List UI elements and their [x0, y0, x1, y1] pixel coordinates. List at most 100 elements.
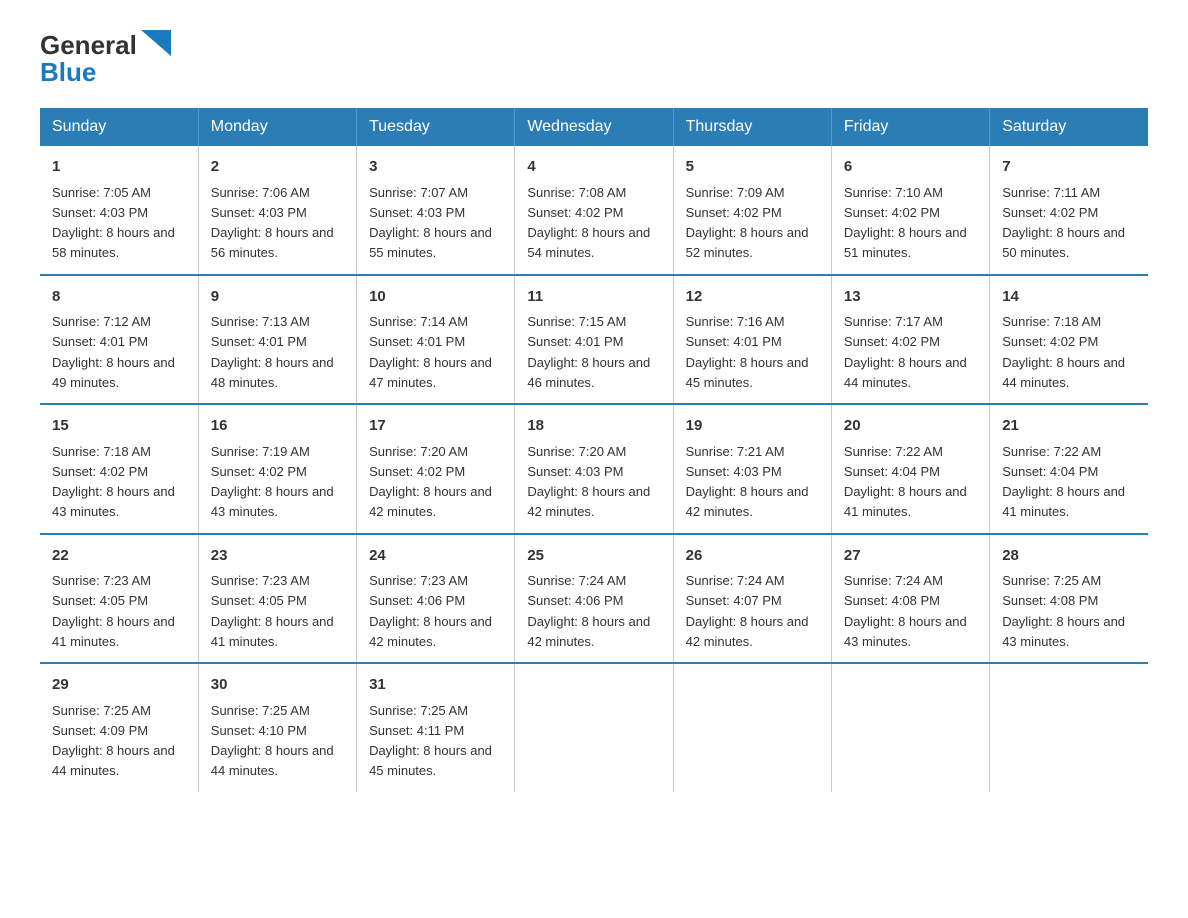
calendar-week-row: 1 Sunrise: 7:05 AMSunset: 4:03 PMDayligh… — [40, 146, 1148, 275]
day-number: 12 — [686, 286, 819, 309]
calendar-cell: 21 Sunrise: 7:22 AMSunset: 4:04 PMDaylig… — [990, 404, 1148, 534]
day-info: Sunrise: 7:25 AMSunset: 4:10 PMDaylight:… — [211, 703, 334, 779]
day-number: 26 — [686, 545, 819, 568]
calendar-cell: 24 Sunrise: 7:23 AMSunset: 4:06 PMDaylig… — [357, 534, 515, 664]
logo-blue-part — [137, 30, 171, 61]
calendar-cell: 20 Sunrise: 7:22 AMSunset: 4:04 PMDaylig… — [831, 404, 989, 534]
day-info: Sunrise: 7:15 AMSunset: 4:01 PMDaylight:… — [527, 314, 650, 390]
day-number: 8 — [52, 286, 186, 309]
calendar-header-sunday: Sunday — [40, 108, 198, 146]
calendar-cell: 3 Sunrise: 7:07 AMSunset: 4:03 PMDayligh… — [357, 146, 515, 275]
day-info: Sunrise: 7:25 AMSunset: 4:11 PMDaylight:… — [369, 703, 492, 779]
calendar-cell: 4 Sunrise: 7:08 AMSunset: 4:02 PMDayligh… — [515, 146, 673, 275]
day-info: Sunrise: 7:25 AMSunset: 4:09 PMDaylight:… — [52, 703, 175, 779]
day-info: Sunrise: 7:06 AMSunset: 4:03 PMDaylight:… — [211, 185, 334, 261]
calendar-cell: 7 Sunrise: 7:11 AMSunset: 4:02 PMDayligh… — [990, 146, 1148, 275]
calendar-header-friday: Friday — [831, 108, 989, 146]
calendar-cell — [831, 663, 989, 792]
calendar-cell: 15 Sunrise: 7:18 AMSunset: 4:02 PMDaylig… — [40, 404, 198, 534]
day-number: 3 — [369, 156, 502, 179]
day-number: 27 — [844, 545, 977, 568]
calendar-cell: 11 Sunrise: 7:15 AMSunset: 4:01 PMDaylig… — [515, 275, 673, 405]
day-info: Sunrise: 7:14 AMSunset: 4:01 PMDaylight:… — [369, 314, 492, 390]
calendar-week-row: 29 Sunrise: 7:25 AMSunset: 4:09 PMDaylig… — [40, 663, 1148, 792]
day-number: 31 — [369, 674, 502, 697]
calendar-cell: 19 Sunrise: 7:21 AMSunset: 4:03 PMDaylig… — [673, 404, 831, 534]
day-number: 4 — [527, 156, 660, 179]
day-number: 6 — [844, 156, 977, 179]
day-number: 24 — [369, 545, 502, 568]
calendar-week-row: 8 Sunrise: 7:12 AMSunset: 4:01 PMDayligh… — [40, 275, 1148, 405]
day-info: Sunrise: 7:23 AMSunset: 4:05 PMDaylight:… — [52, 573, 175, 649]
calendar-cell: 30 Sunrise: 7:25 AMSunset: 4:10 PMDaylig… — [198, 663, 356, 792]
day-number: 19 — [686, 415, 819, 438]
calendar-cell: 28 Sunrise: 7:25 AMSunset: 4:08 PMDaylig… — [990, 534, 1148, 664]
calendar-cell: 2 Sunrise: 7:06 AMSunset: 4:03 PMDayligh… — [198, 146, 356, 275]
calendar-cell: 13 Sunrise: 7:17 AMSunset: 4:02 PMDaylig… — [831, 275, 989, 405]
day-number: 21 — [1002, 415, 1136, 438]
day-info: Sunrise: 7:19 AMSunset: 4:02 PMDaylight:… — [211, 444, 334, 520]
day-number: 29 — [52, 674, 186, 697]
day-info: Sunrise: 7:22 AMSunset: 4:04 PMDaylight:… — [844, 444, 967, 520]
calendar-header-monday: Monday — [198, 108, 356, 146]
calendar-cell: 5 Sunrise: 7:09 AMSunset: 4:02 PMDayligh… — [673, 146, 831, 275]
calendar-cell: 9 Sunrise: 7:13 AMSunset: 4:01 PMDayligh… — [198, 275, 356, 405]
day-number: 17 — [369, 415, 502, 438]
calendar-cell — [673, 663, 831, 792]
calendar-header-tuesday: Tuesday — [357, 108, 515, 146]
day-number: 20 — [844, 415, 977, 438]
day-number: 23 — [211, 545, 344, 568]
calendar-table: SundayMondayTuesdayWednesdayThursdayFrid… — [40, 108, 1148, 792]
day-info: Sunrise: 7:24 AMSunset: 4:06 PMDaylight:… — [527, 573, 650, 649]
calendar-cell: 16 Sunrise: 7:19 AMSunset: 4:02 PMDaylig… — [198, 404, 356, 534]
calendar-cell: 8 Sunrise: 7:12 AMSunset: 4:01 PMDayligh… — [40, 275, 198, 405]
day-info: Sunrise: 7:24 AMSunset: 4:07 PMDaylight:… — [686, 573, 809, 649]
page-header: General Blue — [40, 30, 1148, 88]
calendar-cell — [515, 663, 673, 792]
day-number: 1 — [52, 156, 186, 179]
day-number: 11 — [527, 286, 660, 309]
day-info: Sunrise: 7:10 AMSunset: 4:02 PMDaylight:… — [844, 185, 967, 261]
calendar-week-row: 15 Sunrise: 7:18 AMSunset: 4:02 PMDaylig… — [40, 404, 1148, 534]
day-info: Sunrise: 7:09 AMSunset: 4:02 PMDaylight:… — [686, 185, 809, 261]
day-info: Sunrise: 7:23 AMSunset: 4:06 PMDaylight:… — [369, 573, 492, 649]
logo-triangle-icon — [141, 30, 171, 56]
day-info: Sunrise: 7:20 AMSunset: 4:03 PMDaylight:… — [527, 444, 650, 520]
day-number: 25 — [527, 545, 660, 568]
calendar-cell: 12 Sunrise: 7:16 AMSunset: 4:01 PMDaylig… — [673, 275, 831, 405]
calendar-cell: 25 Sunrise: 7:24 AMSunset: 4:06 PMDaylig… — [515, 534, 673, 664]
calendar-cell: 27 Sunrise: 7:24 AMSunset: 4:08 PMDaylig… — [831, 534, 989, 664]
day-info: Sunrise: 7:07 AMSunset: 4:03 PMDaylight:… — [369, 185, 492, 261]
calendar-cell: 22 Sunrise: 7:23 AMSunset: 4:05 PMDaylig… — [40, 534, 198, 664]
calendar-header-wednesday: Wednesday — [515, 108, 673, 146]
day-number: 30 — [211, 674, 344, 697]
day-info: Sunrise: 7:24 AMSunset: 4:08 PMDaylight:… — [844, 573, 967, 649]
logo-blue-text: Blue — [40, 57, 96, 88]
day-info: Sunrise: 7:20 AMSunset: 4:02 PMDaylight:… — [369, 444, 492, 520]
day-info: Sunrise: 7:11 AMSunset: 4:02 PMDaylight:… — [1002, 185, 1125, 261]
day-number: 13 — [844, 286, 977, 309]
calendar-cell: 14 Sunrise: 7:18 AMSunset: 4:02 PMDaylig… — [990, 275, 1148, 405]
day-info: Sunrise: 7:12 AMSunset: 4:01 PMDaylight:… — [52, 314, 175, 390]
day-info: Sunrise: 7:25 AMSunset: 4:08 PMDaylight:… — [1002, 573, 1125, 649]
calendar-cell: 17 Sunrise: 7:20 AMSunset: 4:02 PMDaylig… — [357, 404, 515, 534]
day-info: Sunrise: 7:23 AMSunset: 4:05 PMDaylight:… — [211, 573, 334, 649]
day-info: Sunrise: 7:16 AMSunset: 4:01 PMDaylight:… — [686, 314, 809, 390]
day-info: Sunrise: 7:22 AMSunset: 4:04 PMDaylight:… — [1002, 444, 1125, 520]
day-number: 22 — [52, 545, 186, 568]
day-info: Sunrise: 7:08 AMSunset: 4:02 PMDaylight:… — [527, 185, 650, 261]
calendar-cell: 6 Sunrise: 7:10 AMSunset: 4:02 PMDayligh… — [831, 146, 989, 275]
day-info: Sunrise: 7:13 AMSunset: 4:01 PMDaylight:… — [211, 314, 334, 390]
day-number: 2 — [211, 156, 344, 179]
calendar-header-saturday: Saturday — [990, 108, 1148, 146]
day-info: Sunrise: 7:18 AMSunset: 4:02 PMDaylight:… — [52, 444, 175, 520]
day-info: Sunrise: 7:05 AMSunset: 4:03 PMDaylight:… — [52, 185, 175, 261]
day-number: 15 — [52, 415, 186, 438]
calendar-week-row: 22 Sunrise: 7:23 AMSunset: 4:05 PMDaylig… — [40, 534, 1148, 664]
day-info: Sunrise: 7:18 AMSunset: 4:02 PMDaylight:… — [1002, 314, 1125, 390]
calendar-cell: 26 Sunrise: 7:24 AMSunset: 4:07 PMDaylig… — [673, 534, 831, 664]
calendar-cell: 23 Sunrise: 7:23 AMSunset: 4:05 PMDaylig… — [198, 534, 356, 664]
day-info: Sunrise: 7:21 AMSunset: 4:03 PMDaylight:… — [686, 444, 809, 520]
calendar-cell — [990, 663, 1148, 792]
day-number: 10 — [369, 286, 502, 309]
